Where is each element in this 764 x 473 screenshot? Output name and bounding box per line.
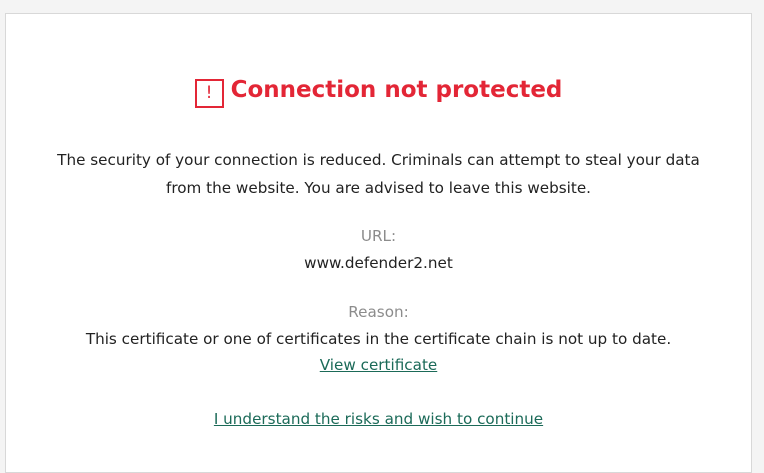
page-title: Connection not protected: [230, 77, 563, 103]
exclamation-icon: !: [194, 78, 224, 108]
title-row: ! Connection not protected: [6, 77, 751, 108]
reason-label: Reason:: [348, 303, 409, 321]
warning-description: The security of your connection is reduc…: [57, 151, 700, 197]
continue-row: I understand the risks and wish to conti…: [6, 410, 751, 428]
view-certificate-row: View certificate: [6, 356, 751, 374]
reason-value: This certificate or one of certificates …: [85, 330, 672, 348]
continue-link[interactable]: I understand the risks and wish to conti…: [214, 410, 543, 428]
url-label: URL:: [360, 227, 397, 245]
view-certificate-link[interactable]: View certificate: [320, 356, 438, 374]
url-value: www.defender2.net: [304, 254, 453, 272]
warning-panel: ! Connection not protected The security o…: [5, 13, 752, 473]
